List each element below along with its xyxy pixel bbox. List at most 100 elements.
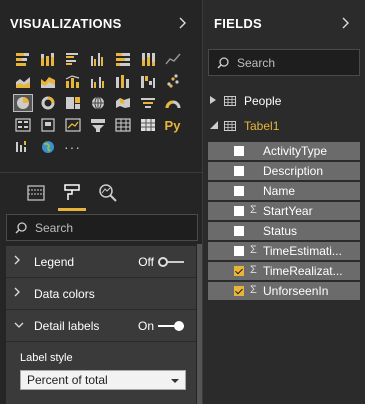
detail-labels-card[interactable]: Detail labels On bbox=[6, 310, 196, 342]
format-search-placeholder: Search bbox=[35, 220, 74, 235]
fields-header: FIELDS bbox=[204, 0, 365, 46]
sigma-icon: Σ bbox=[250, 264, 257, 276]
stacked-area-icon[interactable] bbox=[35, 70, 60, 92]
format-search-input[interactable]: Search bbox=[6, 214, 198, 241]
line-chart-icon[interactable] bbox=[160, 48, 185, 70]
slicer-icon[interactable] bbox=[85, 114, 110, 136]
legend-toggle-state: Off bbox=[138, 254, 154, 269]
field-description[interactable]: Description bbox=[208, 162, 360, 180]
python-visual-icon[interactable]: Py bbox=[160, 114, 185, 136]
analytics-tab[interactable] bbox=[90, 173, 126, 213]
field-name: TimeEstimati... bbox=[263, 244, 342, 258]
collapse-visualizations-chevron-icon[interactable] bbox=[176, 13, 190, 33]
chevron-down-icon bbox=[14, 320, 26, 332]
field-checkbox[interactable] bbox=[234, 186, 244, 196]
field-name: TimeRealizat... bbox=[263, 264, 343, 278]
visualizations-title: VISUALIZATIONS bbox=[10, 15, 122, 31]
gauge-icon[interactable] bbox=[160, 92, 185, 114]
fields-search-placeholder: Search bbox=[237, 55, 276, 70]
dropdown-caret-icon bbox=[171, 379, 179, 383]
fields-search-input[interactable]: Search bbox=[208, 49, 360, 76]
card-icon[interactable] bbox=[35, 114, 60, 136]
100-stacked-column-icon[interactable] bbox=[135, 48, 160, 70]
label-style-title: Label style bbox=[20, 352, 73, 364]
detail-labels-toggle-state: On bbox=[137, 318, 154, 333]
chevron-right-icon bbox=[14, 287, 26, 300]
matrix-icon[interactable] bbox=[135, 114, 160, 136]
stacked-bar-icon[interactable] bbox=[10, 48, 35, 70]
area-chart-icon[interactable] bbox=[10, 70, 35, 92]
100-stacked-bar-icon[interactable] bbox=[110, 48, 135, 70]
paint-roller-icon bbox=[64, 184, 80, 200]
multirow-card-icon[interactable] bbox=[10, 114, 35, 136]
detail-labels-toggle[interactable] bbox=[158, 320, 184, 331]
field-checkbox-checked[interactable] bbox=[234, 266, 244, 276]
detail-labels-card-label: Detail labels bbox=[34, 318, 100, 333]
chevron-right-icon bbox=[14, 255, 26, 268]
field-checkbox[interactable] bbox=[234, 246, 244, 256]
map-icon[interactable] bbox=[85, 92, 110, 114]
field-activitytype[interactable]: ActivityType bbox=[208, 142, 360, 160]
format-pane-scrollbar[interactable] bbox=[197, 244, 202, 404]
field-status[interactable]: Status bbox=[208, 222, 360, 240]
field-unforseenin[interactable]: Σ UnforseenIn bbox=[208, 282, 360, 300]
clustered-bar-icon[interactable] bbox=[60, 48, 85, 70]
waterfall-icon[interactable] bbox=[135, 70, 160, 92]
format-tab[interactable] bbox=[54, 173, 90, 213]
field-timeestimation[interactable]: Σ TimeEstimati... bbox=[208, 242, 360, 260]
table-name-tabel1: Tabel1 bbox=[244, 119, 280, 133]
label-style-value: Percent of total bbox=[27, 373, 108, 387]
expand-arrow-icon[interactable] bbox=[210, 96, 222, 106]
field-checkbox[interactable] bbox=[234, 146, 244, 156]
field-timerealization[interactable]: Σ TimeRealizat... bbox=[208, 262, 360, 280]
legend-card[interactable]: Legend Off bbox=[6, 246, 196, 278]
stacked-column-icon[interactable] bbox=[35, 48, 60, 70]
field-checkbox[interactable] bbox=[234, 206, 244, 216]
line-clustered-column-icon[interactable] bbox=[85, 70, 110, 92]
field-checkbox[interactable] bbox=[234, 166, 244, 176]
r-visual-icon[interactable] bbox=[10, 136, 35, 158]
table-icon[interactable] bbox=[110, 114, 135, 136]
more-icon[interactable]: ··· bbox=[60, 136, 85, 158]
field-checkbox[interactable] bbox=[234, 226, 244, 236]
table-name-people: People bbox=[244, 94, 282, 108]
ribbon-chart-icon[interactable] bbox=[110, 70, 135, 92]
field-checkbox-checked[interactable] bbox=[234, 286, 244, 296]
search-icon bbox=[15, 221, 27, 234]
analytics-magnifier-icon bbox=[99, 184, 117, 202]
treemap-icon[interactable] bbox=[60, 92, 85, 114]
legend-toggle[interactable] bbox=[158, 256, 184, 267]
data-colors-card[interactable]: Data colors bbox=[6, 278, 196, 310]
table-node-tabel1[interactable]: Tabel1 bbox=[210, 115, 362, 137]
table-icon bbox=[224, 121, 236, 131]
table-icon bbox=[224, 96, 236, 106]
filled-map-icon[interactable] bbox=[110, 92, 135, 114]
legend-card-label: Legend bbox=[34, 254, 75, 269]
scatter-icon[interactable] bbox=[160, 70, 185, 92]
field-name-row[interactable]: Name bbox=[208, 182, 360, 200]
label-style-dropdown[interactable]: Percent of total bbox=[20, 370, 186, 390]
donut-chart-icon[interactable] bbox=[35, 92, 60, 114]
globe-icon[interactable] bbox=[35, 136, 60, 158]
funnel-icon[interactable] bbox=[135, 92, 160, 114]
collapse-arrow-icon[interactable] bbox=[210, 121, 222, 131]
field-name: ActivityType bbox=[263, 144, 328, 158]
fields-tree: People Tabel1 bbox=[210, 90, 362, 137]
sigma-icon: Σ bbox=[250, 204, 257, 216]
collapse-fields-chevron-icon[interactable] bbox=[339, 13, 353, 33]
search-icon bbox=[217, 56, 229, 69]
field-name: Name bbox=[263, 184, 296, 198]
kpi-icon[interactable] bbox=[60, 114, 85, 136]
clustered-column-icon[interactable] bbox=[85, 48, 110, 70]
field-name: UnforseenIn bbox=[263, 284, 329, 298]
table-node-people[interactable]: People bbox=[210, 90, 362, 112]
visualizations-panel: VISUALIZATIONS Py ··· Search Legend Off … bbox=[0, 0, 203, 404]
line-column-icon[interactable] bbox=[60, 70, 85, 92]
pie-chart-icon[interactable] bbox=[10, 92, 35, 114]
field-startyear[interactable]: Σ StartYear bbox=[208, 202, 360, 220]
field-name: StartYear bbox=[263, 204, 313, 218]
fields-well-tab[interactable] bbox=[18, 173, 54, 213]
sigma-icon: Σ bbox=[250, 284, 257, 296]
visual-type-gallery: Py ··· bbox=[10, 48, 185, 158]
visualizations-header: VISUALIZATIONS bbox=[0, 0, 202, 46]
